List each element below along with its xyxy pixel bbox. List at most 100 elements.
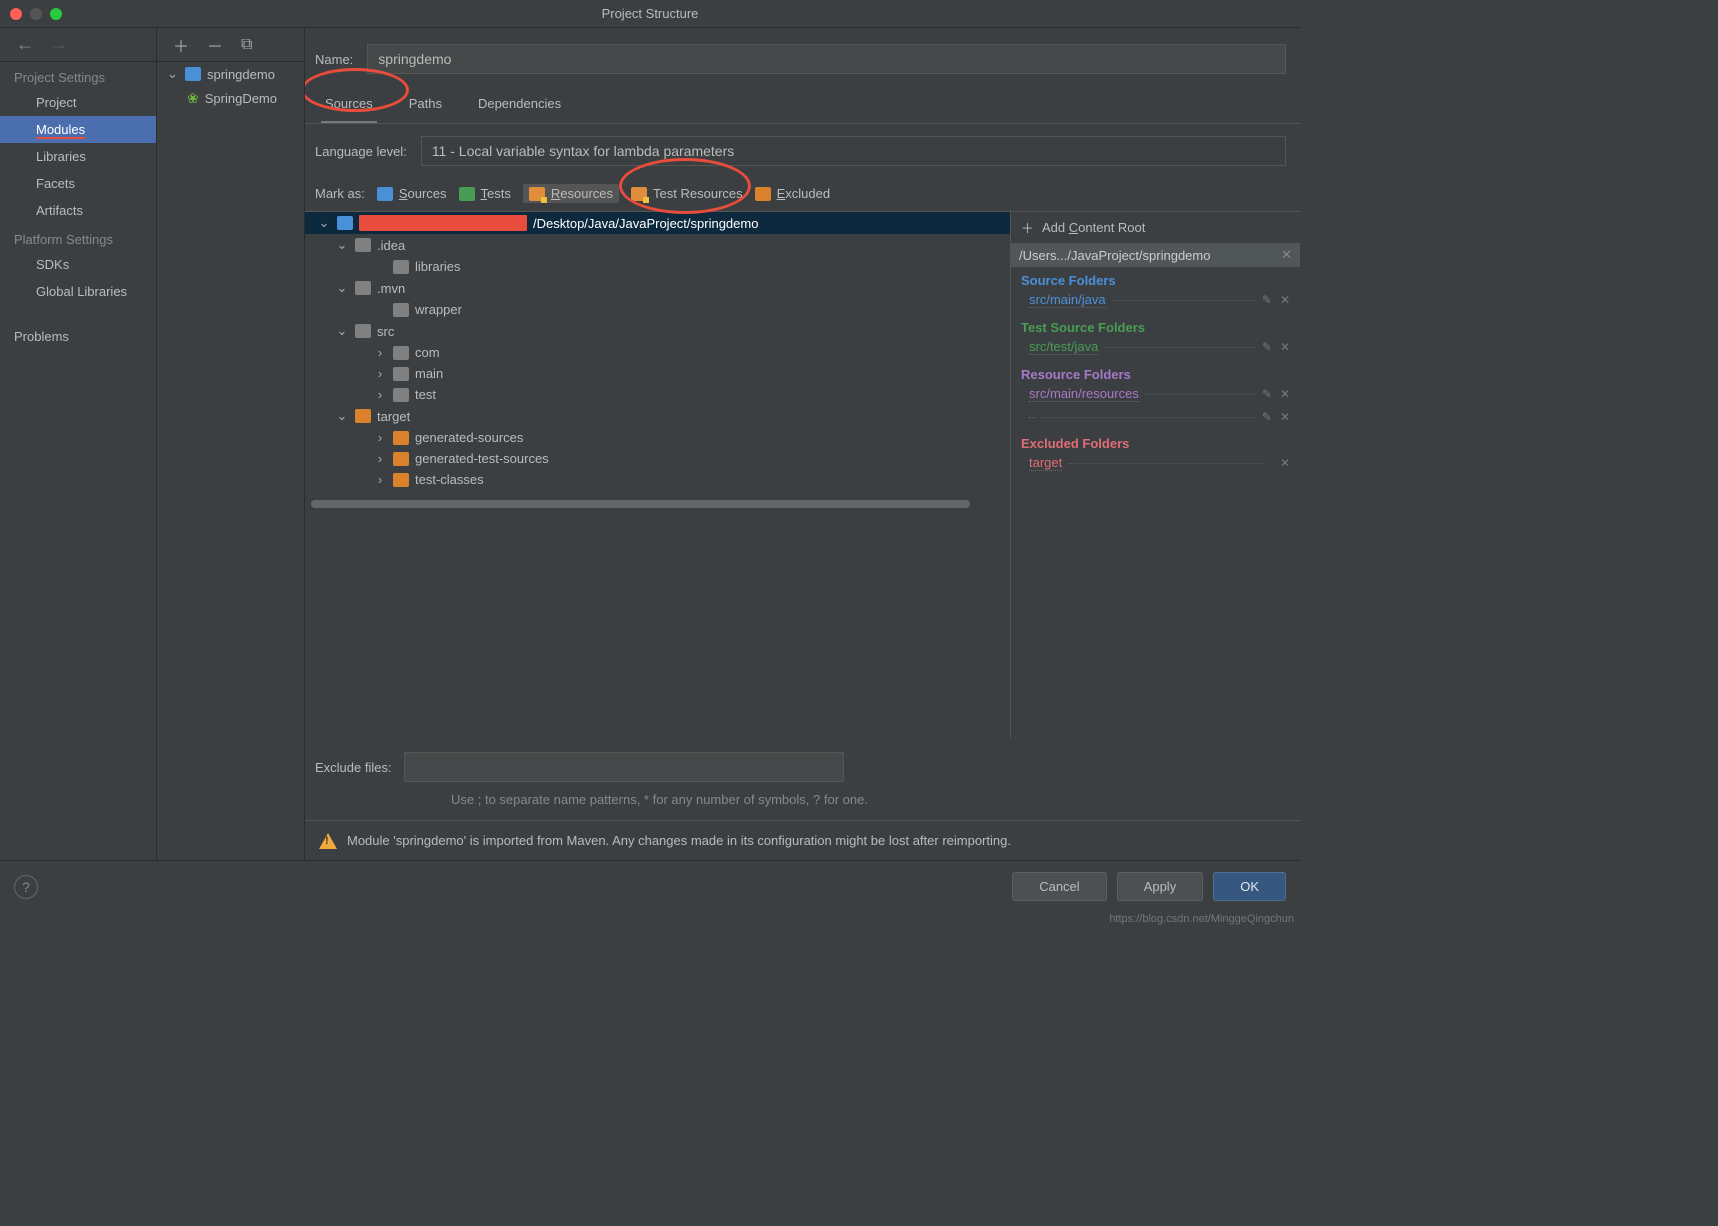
nav-libraries[interactable]: Libraries	[0, 143, 156, 170]
mark-sources[interactable]: SSourcesources	[377, 186, 447, 201]
folder-icon	[393, 431, 409, 445]
folder-icon	[337, 216, 353, 230]
remove-content-root-icon[interactable]: ✕	[1281, 247, 1292, 263]
window-close-icon[interactable]	[10, 8, 22, 20]
tab-dependencies[interactable]: Dependencies	[474, 96, 565, 123]
folder-icon	[393, 367, 409, 381]
dir-com[interactable]: ›com	[305, 342, 1010, 363]
language-level-select[interactable]: 11 - Local variable syntax for lambda pa…	[421, 136, 1286, 166]
entry-excluded-path[interactable]: target✕	[1011, 453, 1300, 477]
cat-source-folders: Source Folders	[1011, 267, 1300, 290]
nav-facets[interactable]: Facets	[0, 170, 156, 197]
nav-artifacts[interactable]: Artifacts	[0, 197, 156, 224]
folder-icon	[355, 238, 371, 252]
folder-icon	[393, 473, 409, 487]
nav-problems[interactable]: Problems	[0, 323, 156, 350]
folder-icon	[393, 452, 409, 466]
module-tree-panel: ＋ － ⧉ ⌄ springdemo ❀ SpringDemo	[157, 28, 305, 860]
window-title: Project Structure	[602, 6, 699, 21]
remove-module-icon[interactable]: －	[207, 33, 223, 57]
dir-idea[interactable]: ⌄.idea	[305, 234, 1010, 256]
section-project-settings: Project Settings	[0, 62, 156, 89]
copy-module-icon[interactable]: ⧉	[241, 36, 252, 54]
tab-sources[interactable]: Sources	[321, 96, 377, 123]
language-level-label: Language level:	[315, 144, 407, 159]
help-button[interactable]: ?	[14, 875, 38, 899]
add-module-icon[interactable]: ＋	[173, 33, 189, 57]
dir-target[interactable]: ⌄target	[305, 405, 1010, 427]
mark-as-label: Mark as:	[315, 186, 365, 201]
redacted-path	[359, 215, 527, 231]
dir-generated-sources[interactable]: ›generated-sources	[305, 427, 1010, 448]
dir-generated-test-sources[interactable]: ›generated-test-sources	[305, 448, 1010, 469]
dir-libraries[interactable]: libraries	[305, 256, 1010, 277]
tab-paths[interactable]: Paths	[405, 96, 446, 123]
maven-warning-text: Module 'springdemo' is imported from Mav…	[347, 831, 1011, 851]
delete-icon[interactable]: ✕	[1280, 410, 1290, 424]
nav-forward-icon[interactable]: →	[50, 34, 68, 55]
nav-project[interactable]: Project	[0, 89, 156, 116]
ok-button[interactable]: OK	[1213, 872, 1286, 901]
mark-excluded[interactable]: ExcludedExcluded	[755, 186, 830, 201]
exclude-files-label: Exclude files:	[315, 760, 392, 775]
edit-icon[interactable]: ✎	[1262, 293, 1272, 307]
module-tree-child[interactable]: ❀ SpringDemo	[157, 86, 304, 111]
nav-sdks[interactable]: SDKs	[0, 251, 156, 278]
dir-root[interactable]: ⌄ /Desktop/Java/JavaProject/springdemo	[305, 212, 1010, 234]
left-sidebar: ← → Project Settings Project Modules Lib…	[0, 28, 157, 860]
excluded-folder-icon	[755, 187, 771, 201]
module-name-input[interactable]	[367, 44, 1286, 74]
horizontal-scrollbar[interactable]	[311, 500, 970, 508]
tests-folder-icon	[459, 187, 475, 201]
content-root-header[interactable]: /Users.../JavaProject/springdemo ✕	[1011, 243, 1300, 267]
edit-icon[interactable]: ✎	[1262, 340, 1272, 354]
entry-resource-path[interactable]: src/main/resources✎✕	[1011, 384, 1300, 408]
entry-test-source-path[interactable]: src/test/java✎✕	[1011, 337, 1300, 361]
cat-test-source-folders: Test Source Folders	[1011, 314, 1300, 337]
exclude-files-input[interactable]	[404, 752, 844, 782]
nav-global-libraries[interactable]: Global Libraries	[0, 278, 156, 305]
exclude-files-hint: Use ; to separate name patterns, * for a…	[305, 786, 1045, 820]
module-folder-icon	[185, 67, 201, 81]
folder-icon	[355, 324, 371, 338]
sources-folder-icon	[377, 187, 393, 201]
warning-icon	[319, 833, 337, 849]
mark-tests[interactable]: TestsTests	[459, 186, 511, 201]
content-roots-panel: ＋Add Content RootAdd Content Root /Users…	[1010, 211, 1300, 738]
module-tree-root[interactable]: ⌄ springdemo	[157, 62, 304, 86]
window-maximize-icon[interactable]	[50, 8, 62, 20]
directory-tree[interactable]: ⌄ /Desktop/Java/JavaProject/springdemo ⌄…	[305, 211, 1010, 738]
delete-icon[interactable]: ✕	[1280, 293, 1290, 307]
nav-modules[interactable]: Modules	[0, 116, 156, 143]
delete-icon[interactable]: ✕	[1280, 340, 1290, 354]
dir-src[interactable]: ⌄src	[305, 320, 1010, 342]
folder-icon	[393, 260, 409, 274]
edit-icon[interactable]: ✎	[1262, 410, 1272, 424]
add-content-root[interactable]: ＋Add Content RootAdd Content Root	[1011, 212, 1300, 243]
entry-resource-extra[interactable]: ✎✕	[1011, 408, 1300, 430]
delete-icon[interactable]: ✕	[1280, 387, 1290, 401]
cat-resource-folders: Resource Folders	[1011, 361, 1300, 384]
dir-wrapper[interactable]: wrapper	[305, 299, 1010, 320]
folder-icon	[393, 346, 409, 360]
cancel-button[interactable]: Cancel	[1012, 872, 1106, 901]
spring-icon: ❀	[187, 90, 199, 107]
dir-mvn[interactable]: ⌄.mvn	[305, 277, 1010, 299]
folder-icon	[355, 281, 371, 295]
dir-test-classes[interactable]: ›test-classes	[305, 469, 1010, 490]
entry-source-path[interactable]: src/main/java✎✕	[1011, 290, 1300, 314]
dir-test[interactable]: ›test	[305, 384, 1010, 405]
watermark: https://blog.csdn.net/MinggeQingchun	[1109, 913, 1294, 925]
folder-icon	[393, 388, 409, 402]
folder-icon	[393, 303, 409, 317]
dir-main[interactable]: ›main	[305, 363, 1010, 384]
nav-back-icon[interactable]: ←	[16, 34, 34, 55]
edit-icon[interactable]: ✎	[1262, 387, 1272, 401]
window-minimize-icon[interactable]	[30, 8, 42, 20]
delete-icon[interactable]: ✕	[1280, 456, 1290, 470]
mark-test-resources[interactable]: Test Resources	[631, 186, 743, 201]
mark-resources[interactable]: ResourcesResources	[523, 184, 619, 203]
name-label: Name:	[315, 52, 353, 67]
resources-folder-icon	[529, 187, 545, 201]
apply-button[interactable]: Apply	[1117, 872, 1204, 901]
